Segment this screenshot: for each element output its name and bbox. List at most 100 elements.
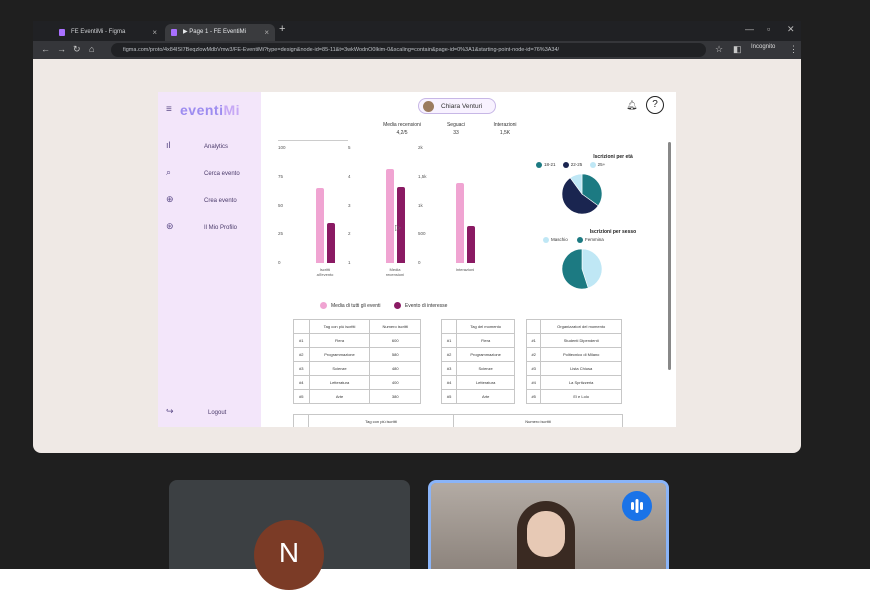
legend-label: Maschio [551, 237, 568, 243]
table-cell: 600 [369, 333, 421, 348]
search-icon: ⌕ [166, 167, 172, 177]
incognito-label[interactable]: Incognito [751, 44, 775, 50]
table-cell [293, 414, 309, 427]
table-cell: El e Lolo [540, 389, 622, 404]
table-row: #3 Lista Chiusa [525, 361, 622, 376]
table-header-row: Tag con più iscritti Numero iscritti [293, 319, 421, 334]
table-cell: Arte [308, 389, 371, 404]
forward-icon[interactable]: → [57, 44, 66, 54]
close-icon[interactable]: × [264, 24, 269, 41]
nav-label: Analytics [204, 144, 229, 150]
new-tab-icon[interactable]: + [279, 23, 285, 35]
sidepanel-icon[interactable]: ◧ [733, 44, 742, 55]
table-cell: Arte [456, 389, 515, 404]
y-tick-label: 0 [278, 260, 281, 265]
table-row: #4 La Spritzzeria [525, 375, 622, 390]
y-tick-label: 1,5k [418, 173, 427, 179]
table-cell: #3 [293, 361, 310, 376]
y-tick-label: 500 [418, 231, 426, 237]
stat-interactions: Interazioni 1,5K [480, 122, 530, 136]
legend-swatch [562, 162, 569, 168]
maximize-icon[interactable]: ▫ [767, 24, 770, 34]
table-cell: #2 [293, 347, 310, 362]
y-tick-label: 100 [278, 145, 286, 150]
close-window-icon[interactable]: ✕ [787, 24, 795, 35]
logout-button[interactable]: ↪ Logout [166, 406, 256, 420]
table-cell: #5 [293, 389, 310, 404]
table-row: #1 Studenti Dipendenti [525, 333, 622, 348]
close-icon[interactable]: × [152, 24, 157, 41]
table-row: #2 Programmazione 580 [293, 347, 421, 362]
sidebar-item-profile[interactable]: ⊛ Il Mio Profilo [166, 221, 256, 235]
legend-swatch [543, 237, 549, 243]
pie-chart-age [561, 173, 603, 215]
back-icon[interactable]: ← [41, 44, 50, 54]
y-tick-label: 0 [418, 260, 421, 265]
x-tick-label: Interazioni [455, 267, 475, 272]
chart-legend: Media di tutti gli eventi Evento di inte… [320, 302, 447, 309]
minimize-icon[interactable]: — [745, 24, 754, 34]
tab-prototype[interactable]: ▶ Page 1 - FE EventiMi × [165, 24, 275, 41]
legend-label: Evento di interesse [404, 302, 448, 309]
home-icon[interactable]: ⌂ [89, 44, 94, 54]
participant-tile[interactable]: N [169, 480, 410, 590]
plus-circle-icon: ⊕ [166, 194, 174, 204]
table-cell: Fiera [308, 333, 371, 348]
menu-icon[interactable]: ⋮ [789, 44, 798, 55]
stat-label: Interazioni [493, 122, 517, 128]
user-profile-chip[interactable]: Chiara Venturi [418, 98, 496, 114]
url-input[interactable]: figma.com/proto/4x84ISI7BeqzlowMdbVmw3/F… [111, 43, 706, 57]
y-tick-label: 5 [348, 145, 351, 150]
table-cell: Fiera [456, 333, 515, 348]
table-header-row: Tag con più iscritti Numero iscritti [293, 414, 623, 427]
sidebar-item-search-event[interactable]: ⌕ Cerca evento [166, 167, 256, 181]
logo[interactable]: eventiMi [180, 102, 240, 118]
nav-label: Cerca evento [204, 171, 240, 177]
avatar [423, 101, 434, 112]
avatar: N [254, 520, 324, 590]
y-tick-label: 3 [348, 202, 351, 208]
sidebar-item-analytics[interactable]: ıl Analytics [166, 140, 256, 154]
table-cell: #3 [525, 361, 542, 376]
sidebar-item-create-event[interactable]: ⊕ Crea evento [166, 194, 256, 208]
legend-swatch [536, 162, 542, 168]
tab-figma[interactable]: FE EventiMi - Figma × [53, 24, 163, 41]
table-header: Numero iscritti [369, 319, 421, 334]
sidebar: ≡ eventiMi ıl Analytics ⌕ Cerca evento ⊕ Cr… [158, 92, 261, 427]
table-cell: #2 [440, 347, 458, 362]
table-cell: #5 [440, 389, 458, 404]
bell-icon[interactable]: 🔔︎ [626, 100, 637, 111]
table-cell: #4 [525, 375, 542, 390]
nav-label: Crea evento [204, 198, 237, 204]
bar [316, 188, 324, 263]
bar-chart-icon: ıl [166, 140, 171, 150]
legend-swatch [320, 302, 327, 309]
table-row: #3 Scienze [440, 361, 515, 376]
table-cell: Letteratura [456, 375, 515, 390]
logo-text: eventi [180, 102, 224, 118]
y-tick-label: 75 [278, 173, 284, 179]
legend-label: 25+ [597, 162, 606, 168]
table-top-tags-bottom: Tag con più iscritti Numero iscritti [293, 414, 623, 427]
table-trending-tags: Tag del momento #1 Fiera #2 Programmazione #3… [440, 319, 515, 404]
pie-gender-title: Iscrizioni per sesso [589, 229, 637, 235]
hamburger-icon[interactable]: ≡ [166, 104, 172, 115]
stat-label: Media recensioni [383, 122, 421, 128]
participant-tile-speaking[interactable] [428, 480, 669, 569]
table-header: Organizzatori del momento [540, 319, 622, 334]
scrollbar[interactable] [668, 142, 671, 370]
table-header: Tag con più iscritti [308, 414, 454, 427]
logout-label: Logout [208, 410, 227, 416]
help-icon[interactable]: ? [646, 96, 664, 114]
table-top-organizers: Organizzatori del momento #1 Studenti Dipe… [525, 319, 622, 404]
table-header [440, 319, 458, 334]
reload-icon[interactable]: ↻ [73, 44, 81, 55]
bookmark-star-icon[interactable]: ☆ [715, 44, 723, 55]
table-cell: #2 [525, 347, 542, 362]
table-cell: 580 [369, 347, 421, 362]
pie-chart-gender [561, 248, 603, 290]
legend-label: Femmina [585, 237, 604, 243]
stat-label: Seguaci [446, 122, 466, 128]
logout-icon: ↪ [166, 406, 174, 416]
table-row: #4 Letteratura 400 [293, 375, 421, 390]
